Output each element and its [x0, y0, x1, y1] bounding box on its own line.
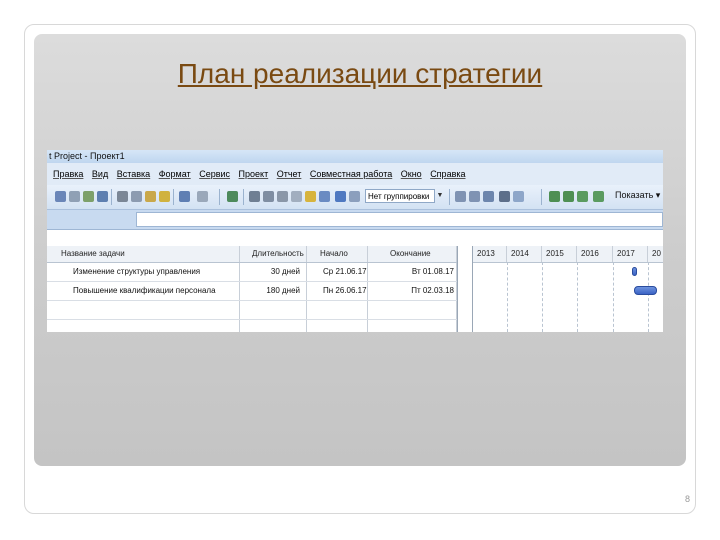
table-row-empty[interactable]: [47, 301, 457, 320]
menu-item-view[interactable]: Вид: [92, 169, 108, 179]
insert-hyperlink-icon[interactable]: [227, 191, 238, 202]
scroll-to-task-icon[interactable]: [483, 191, 494, 202]
ms-project-screenshot: t Project - Проект1 Правка Вид Вставка Ф…: [47, 150, 663, 332]
menu-item-collaborate[interactable]: Совместная работа: [310, 169, 392, 179]
timescale-year: 2017: [613, 246, 648, 262]
finish-cell[interactable]: Вт 01.08.17: [368, 263, 457, 281]
gantt-bar[interactable]: [634, 286, 657, 295]
duration-cell[interactable]: 180 дней: [240, 282, 307, 300]
preview-icon[interactable]: [83, 191, 94, 202]
gridline: [613, 262, 614, 332]
menu-bar: Правка Вид Вставка Формат Сервис Проект …: [47, 163, 663, 185]
toolbar-separator: [243, 189, 244, 205]
duration-cell[interactable]: 30 дней: [240, 263, 307, 281]
unlink-tasks-icon[interactable]: [263, 191, 274, 202]
menu-item-tools[interactable]: Сервис: [199, 169, 230, 179]
gridline: [648, 262, 649, 332]
empty-cell[interactable]: [368, 320, 457, 332]
table-row-empty[interactable]: [47, 320, 457, 332]
empty-cell[interactable]: [307, 301, 368, 319]
empty-cell[interactable]: [47, 301, 240, 319]
publish-icon[interactable]: [335, 191, 346, 202]
standard-toolbar: Нет группировки ▼ Показать ▾: [47, 185, 663, 210]
spelling-icon[interactable]: [97, 191, 108, 202]
empty-cell[interactable]: [240, 320, 307, 332]
header-start[interactable]: Начало: [307, 246, 368, 262]
print-icon[interactable]: [69, 191, 80, 202]
help-icon[interactable]: [513, 191, 524, 202]
header-task-name[interactable]: Название задачи: [47, 246, 240, 262]
toolbar-separator: [173, 189, 174, 205]
split-divider[interactable]: [457, 246, 473, 332]
split-task-icon[interactable]: [277, 191, 288, 202]
format-painter-icon[interactable]: [159, 191, 170, 202]
menu-item-window[interactable]: Окно: [401, 169, 422, 179]
chevron-down-icon[interactable]: ▼: [435, 189, 445, 203]
toolbar-separator: [541, 189, 542, 205]
empty-cell[interactable]: [368, 301, 457, 319]
finish-cell[interactable]: Пт 02.03.18: [368, 282, 457, 300]
toolbar-separator: [449, 189, 450, 205]
redo-icon[interactable]: [197, 191, 208, 202]
timescale-year: 20: [652, 249, 661, 258]
show-button[interactable]: Показать ▾: [615, 190, 660, 201]
table-row[interactable]: Изменение структуры управления 30 дней С…: [47, 263, 457, 282]
timescale-year: 2015: [542, 246, 577, 262]
task-name-cell[interactable]: Повышение квалификации персонала: [47, 282, 240, 300]
window-title: t Project - Проект1: [47, 150, 663, 163]
toolbar-separator: [111, 189, 112, 205]
start-cell[interactable]: Ср 21.06.17: [307, 263, 368, 281]
menu-item-help[interactable]: Справка: [430, 169, 465, 179]
start-cell[interactable]: Пн 26.06.17: [307, 282, 368, 300]
gantt-chart: 2013 2014 2015 2016 2017 20: [473, 246, 663, 332]
calendar-icon[interactable]: [349, 191, 360, 202]
entry-bar: [47, 210, 663, 230]
gridline: [507, 262, 508, 332]
indent-right-icon[interactable]: [563, 191, 574, 202]
group-by-select[interactable]: Нет группировки: [365, 189, 435, 203]
timescale-year: 2016: [577, 246, 613, 262]
task-name-cell[interactable]: Изменение структуры управления: [47, 263, 240, 281]
gridline: [542, 262, 543, 332]
menu-item-insert[interactable]: Вставка: [117, 169, 150, 179]
timescale: 2013 2014 2015 2016 2017 20: [473, 246, 663, 263]
paste-icon[interactable]: [145, 191, 156, 202]
menu-item-edit[interactable]: Правка: [53, 169, 83, 179]
table-header: Название задачи Длительность Начало Окон…: [47, 246, 457, 263]
undo-icon[interactable]: [179, 191, 190, 202]
cut-icon[interactable]: [117, 191, 128, 202]
menu-item-project[interactable]: Проект: [239, 169, 269, 179]
indent-left-icon[interactable]: [549, 191, 560, 202]
assign-resources-icon[interactable]: [319, 191, 330, 202]
entry-input[interactable]: [136, 212, 663, 227]
save-icon[interactable]: [55, 191, 66, 202]
table-row[interactable]: Повышение квалификации персонала 180 дне…: [47, 282, 457, 301]
timescale-year: 2014: [507, 246, 542, 262]
gridline: [577, 262, 578, 332]
zoom-out-icon[interactable]: [469, 191, 480, 202]
empty-cell[interactable]: [47, 320, 240, 332]
copy-picture-icon[interactable]: [499, 191, 510, 202]
empty-cell[interactable]: [307, 320, 368, 332]
toolbar-separator: [219, 189, 220, 205]
minus-icon[interactable]: [593, 191, 604, 202]
menu-item-report[interactable]: Отчет: [277, 169, 302, 179]
page-number: 8: [684, 494, 690, 504]
gantt-bar[interactable]: [632, 267, 637, 276]
task-table: Название задачи Длительность Начало Окон…: [47, 246, 457, 332]
timescale-year: 2013: [473, 246, 507, 262]
header-duration[interactable]: Длительность: [240, 246, 307, 262]
header-finish[interactable]: Окончание: [368, 246, 457, 262]
zoom-in-icon[interactable]: [455, 191, 466, 202]
link-tasks-icon[interactable]: [249, 191, 260, 202]
empty-cell[interactable]: [240, 301, 307, 319]
task-notes-icon[interactable]: [305, 191, 316, 202]
menu-item-format[interactable]: Формат: [159, 169, 191, 179]
slide-title: План реализации стратегии: [177, 58, 543, 89]
task-info-icon[interactable]: [291, 191, 302, 202]
copy-icon[interactable]: [131, 191, 142, 202]
plus-icon[interactable]: [577, 191, 588, 202]
